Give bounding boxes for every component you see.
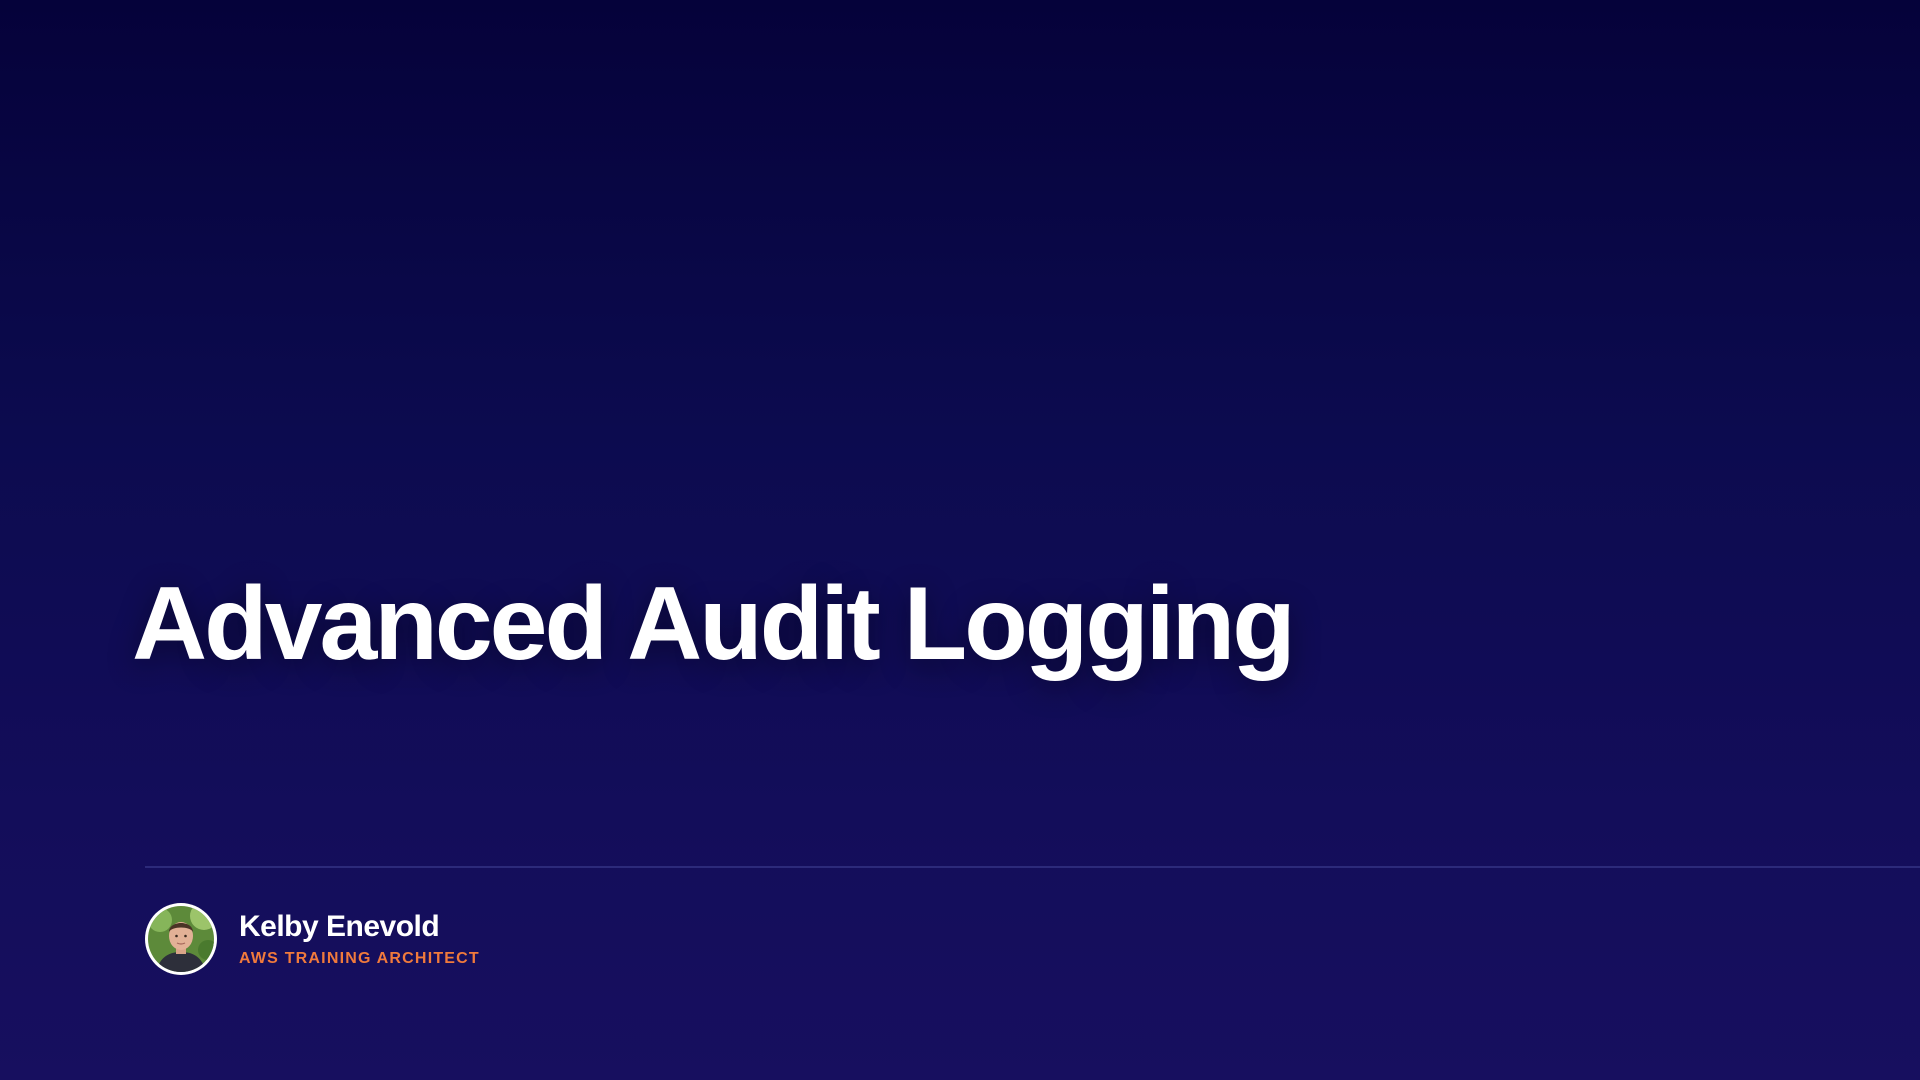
presenter-photo-icon (148, 906, 214, 972)
presenter-info: Kelby Enevold AWS TRAINING ARCHITECT (239, 910, 480, 968)
presenter-name: Kelby Enevold (239, 909, 440, 943)
presenter-role: AWS TRAINING ARCHITECT (239, 949, 480, 967)
presenter-block: Kelby Enevold AWS TRAINING ARCHITECT (145, 903, 480, 975)
slide-title: Advanced Audit Logging (132, 566, 1296, 682)
divider-line (145, 866, 1920, 868)
title-slide: Advanced Audit Logging Kelby Enevold AWS… (0, 0, 1920, 1080)
avatar (145, 903, 217, 975)
